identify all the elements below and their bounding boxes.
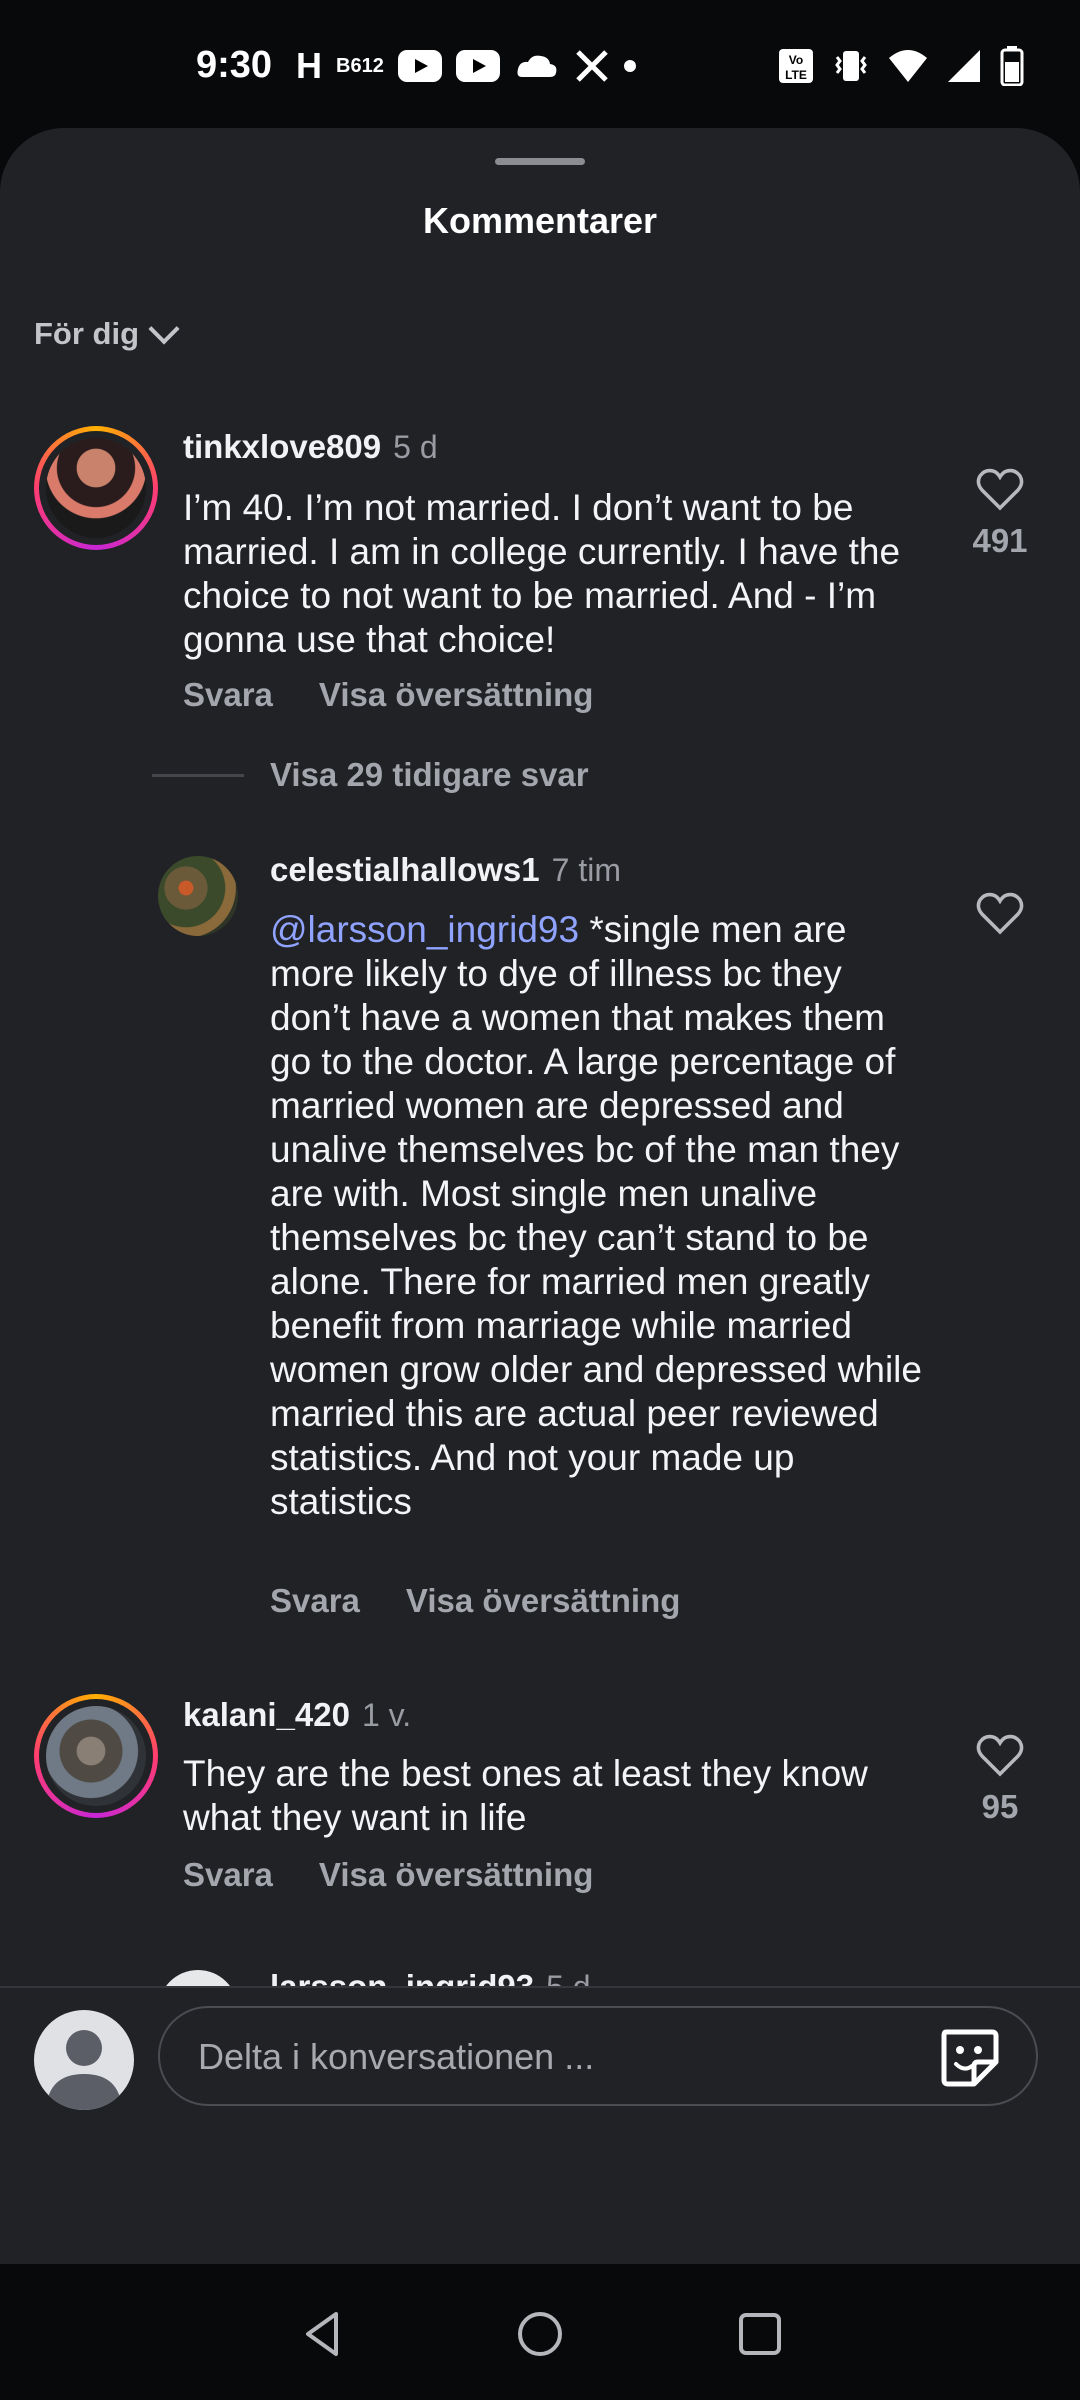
vibrate-icon bbox=[832, 46, 870, 86]
dot-icon bbox=[623, 46, 636, 86]
status-time: 9:30 bbox=[196, 44, 273, 86]
comment-actions: Svara Visa översättning bbox=[183, 1856, 593, 1894]
avatar-story-ring[interactable] bbox=[34, 426, 158, 550]
b612-icon: B612 bbox=[336, 54, 384, 77]
default-avatar-icon bbox=[46, 2030, 122, 2110]
user-avatar bbox=[34, 2010, 134, 2110]
sheet-drag-handle[interactable] bbox=[495, 158, 585, 165]
translate-button[interactable]: Visa översättning bbox=[319, 1856, 594, 1894]
comment-text: I’m 40. I’m not married. I don’t want to… bbox=[183, 487, 901, 660]
comment-age: 1 v. bbox=[361, 1697, 412, 1733]
sticker-icon[interactable] bbox=[938, 2026, 1000, 2088]
reply-age: 7 tim bbox=[551, 852, 621, 888]
status-bar: 9:30 H B612 Vo LTE bbox=[0, 0, 1080, 128]
like-count: 491 bbox=[972, 522, 1028, 559]
like-button[interactable]: 95 bbox=[960, 1734, 1040, 1826]
back-icon[interactable] bbox=[296, 2308, 348, 2360]
wifi-icon bbox=[888, 46, 928, 86]
reply-text: @larsson_ingrid93 *single men are more l… bbox=[270, 908, 930, 1524]
chevron-down-icon bbox=[148, 313, 180, 345]
notification-icons: H B612 bbox=[296, 45, 636, 86]
translate-button[interactable]: Visa översättning bbox=[319, 676, 594, 714]
hinge-icon: H bbox=[296, 45, 322, 86]
klarna-icon bbox=[514, 46, 560, 86]
comment-input[interactable]: Delta i konversationen ... bbox=[158, 2006, 1038, 2106]
system-icons: Vo LTE bbox=[778, 46, 1024, 86]
youtube-icon bbox=[455, 46, 500, 86]
sheet-title: Kommentarer bbox=[422, 200, 658, 241]
comments-sheet: Kommentarer För dig tinkxlove809 5 d I’m … bbox=[0, 128, 1080, 2264]
compose-bar: Delta i konversationen ... bbox=[0, 1994, 1080, 2136]
comment-username[interactable]: kalani_420 1 v. bbox=[183, 1696, 411, 1734]
like-button[interactable] bbox=[960, 892, 1040, 936]
reply-button[interactable]: Svara bbox=[183, 1856, 273, 1894]
sort-filter-label: För dig bbox=[34, 316, 140, 351]
system-navigation-bar bbox=[0, 2264, 1080, 2400]
x-icon bbox=[574, 46, 610, 86]
like-button[interactable]: 491 bbox=[960, 468, 1040, 560]
avatar[interactable] bbox=[158, 856, 238, 936]
comment-input-placeholder: Delta i konversationen ... bbox=[198, 2036, 595, 2077]
svg-text:Vo: Vo bbox=[789, 53, 803, 67]
volte-icon: Vo LTE bbox=[778, 46, 814, 86]
like-count: 95 bbox=[981, 1788, 1019, 1825]
comment-text: They are the best ones at least they kno… bbox=[183, 1753, 868, 1838]
avatar-story-ring[interactable] bbox=[34, 1694, 158, 1818]
youtube-icon bbox=[397, 46, 442, 86]
heart-icon bbox=[976, 468, 1024, 511]
reply-button[interactable]: Svara bbox=[270, 1582, 360, 1620]
recents-icon[interactable] bbox=[734, 2308, 786, 2360]
sort-filter-dropdown[interactable]: För dig bbox=[34, 313, 180, 352]
comment-actions: Svara Visa översättning bbox=[183, 676, 593, 714]
reply-thread-line bbox=[152, 773, 244, 777]
reply-body: *single men are more likely to dye of il… bbox=[270, 909, 922, 1522]
reply-button[interactable]: Svara bbox=[183, 676, 273, 714]
comment-age: 5 d bbox=[393, 429, 438, 465]
svg-text:LTE: LTE bbox=[785, 68, 807, 82]
signal-icon bbox=[946, 46, 982, 86]
heart-icon bbox=[976, 1734, 1024, 1777]
avatar bbox=[46, 438, 146, 538]
battery-icon bbox=[1000, 46, 1024, 86]
reply-username[interactable]: celestialhallows1 7 tim bbox=[270, 851, 621, 889]
avatar bbox=[46, 1706, 146, 1806]
show-previous-replies-button[interactable]: Visa 29 tidigare svar bbox=[152, 756, 589, 794]
translate-button[interactable]: Visa översättning bbox=[406, 1582, 681, 1620]
heart-icon bbox=[976, 892, 1024, 935]
mention-link[interactable]: @larsson_ingrid93 bbox=[270, 909, 579, 950]
reply-actions: Svara Visa översättning bbox=[270, 1582, 680, 1620]
show-previous-replies-label: Visa 29 tidigare svar bbox=[270, 756, 589, 793]
home-icon[interactable] bbox=[514, 2308, 566, 2360]
comment-username[interactable]: tinkxlove809 5 d bbox=[183, 428, 438, 466]
